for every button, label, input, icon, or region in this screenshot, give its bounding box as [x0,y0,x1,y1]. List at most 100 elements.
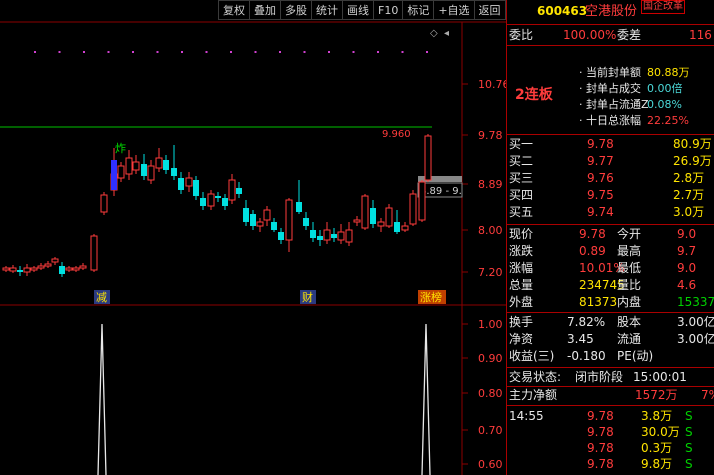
candle-body[interactable] [228,179,236,201]
candle-body[interactable] [385,207,393,227]
order-price: 9.74 [587,205,614,219]
candle-body[interactable] [250,214,256,226]
tick-row[interactable]: 14:55 9.78 3.8万 S [507,408,714,425]
candle-body[interactable] [323,229,331,241]
candle-body[interactable] [271,222,277,230]
order-book-row[interactable]: 买二 9.77 26.9万 [507,153,714,170]
candle-body[interactable] [79,265,87,269]
candle-body[interactable] [117,165,125,179]
candle-body[interactable] [370,208,376,224]
tick-time: 14:55 [509,409,544,423]
indicator-spike [421,323,431,475]
candle-body[interactable] [215,196,221,198]
order-book-row[interactable]: 买一 9.78 80.9万 [507,136,714,153]
candle-body[interactable] [193,180,199,196]
price-tick-label: 8.00 [478,224,503,237]
stat-value: 7.82% [567,315,606,329]
candle-body[interactable] [171,168,177,176]
signal-dot [401,51,404,53]
quote-panel: 600463 空港股份 国企改革 委比 100.00% 委差 116 2连板 ·… [506,0,714,475]
candle-body[interactable] [207,193,215,207]
candle-body[interactable] [132,161,140,171]
candle-body[interactable] [185,177,193,187]
candle-body[interactable] [263,209,271,221]
candle-body[interactable] [37,265,45,269]
candle-body[interactable] [296,202,302,212]
tick-row[interactable]: 9.78 9.8万 S [507,456,714,473]
net-flow-value: 1572万 [635,388,678,402]
candle-body[interactable] [303,218,309,226]
candle-body[interactable] [337,231,345,241]
candle-body[interactable] [9,267,17,272]
candle-body[interactable] [200,198,206,206]
event-label[interactable]: 涨榜 [420,290,442,304]
price-tick-label: 9.78 [478,129,503,142]
candle-body[interactable] [222,198,228,206]
range-label: 8.89 - 9. [420,186,462,197]
event-label[interactable]: 减 [96,291,107,304]
collapse-icon[interactable]: ◂ [444,28,449,39]
seal-info-value: 0.08% [647,98,682,111]
tick-row[interactable]: 9.78 0.3万 S [507,440,714,457]
candle-body[interactable] [424,135,432,181]
candle-body[interactable] [243,208,249,222]
seal-info-value: 0.00倍 [647,82,683,95]
candle-body[interactable] [23,267,31,273]
candle-body[interactable] [331,234,337,238]
candle-body[interactable] [236,188,242,194]
seal-info-label: · 十日总涨幅 [579,114,641,127]
candle-body[interactable] [147,165,155,181]
candle-body[interactable] [256,221,264,227]
tick-row[interactable]: 9.78 30.0万 S [507,424,714,441]
candle-body[interactable] [90,235,98,271]
seal-info-row: · 十日总涨幅 22.25% [507,112,714,129]
candle-body[interactable] [418,181,426,221]
candle-body[interactable] [155,157,163,169]
order-book-row[interactable]: 买三 9.76 2.8万 [507,170,714,187]
candle-body[interactable] [361,195,369,229]
candle-body[interactable] [285,199,293,241]
order-level-label: 买五 [509,205,534,219]
candle-body[interactable] [100,194,108,213]
candle-body[interactable] [30,267,38,271]
order-book-row[interactable]: 买四 9.75 2.7万 [507,187,714,204]
candle-body[interactable] [310,230,316,238]
candle-body[interactable] [178,178,184,190]
order-volume: 26.9万 [673,154,712,168]
candle-body[interactable] [65,267,73,271]
stat-label-2: 最低 [617,261,642,275]
tick-price: 9.78 [587,409,614,423]
kline-svg[interactable]: ◇ ◂ 10.76 9.78 8.89 8.00 7.20 1.00 0.90 0.80 0.70 0… [0,0,506,475]
seal-info-value: 80.88万 [647,66,690,79]
candle-body[interactable] [72,267,80,271]
seal-info-value: 22.25% [647,114,689,127]
candle-body[interactable] [377,221,385,227]
candle-body[interactable] [345,229,353,243]
candle-body[interactable] [141,164,147,176]
candle-body[interactable] [409,193,417,225]
candle-body[interactable] [278,232,284,240]
order-book-row[interactable]: 买五 9.74 3.0万 [507,204,714,221]
candle-body[interactable] [125,157,133,175]
stat-row: 涨幅 10.01% 最低 9.0 [507,260,714,277]
concept-tag[interactable]: 国企改革 [641,0,685,14]
signal-dot [107,51,110,53]
stat-value-2: 9.0 [677,227,697,241]
blowup-candle[interactable] [111,160,117,190]
candle-body[interactable] [317,236,323,240]
stat-label: 涨跌 [509,244,534,258]
event-label[interactable]: 财 [302,290,313,304]
stat-value-2: 3.00亿 [677,315,714,329]
candle-body[interactable] [59,266,65,274]
candle-body[interactable] [394,222,400,232]
candle-body[interactable] [44,263,52,267]
candle-body[interactable] [163,160,169,170]
candle-body[interactable] [401,225,409,231]
diamond-icon[interactable]: ◇ [430,28,438,39]
candle-body[interactable] [353,219,361,223]
candle-body[interactable] [2,267,10,271]
kline-chart-area[interactable]: 复权叠加多股统计画线F10标记+自选返回 ◇◂10.769.788.898.00… [0,0,506,475]
candle-body[interactable] [51,258,59,263]
candle-body[interactable] [17,270,23,272]
order-volume: 3.0万 [673,205,705,219]
